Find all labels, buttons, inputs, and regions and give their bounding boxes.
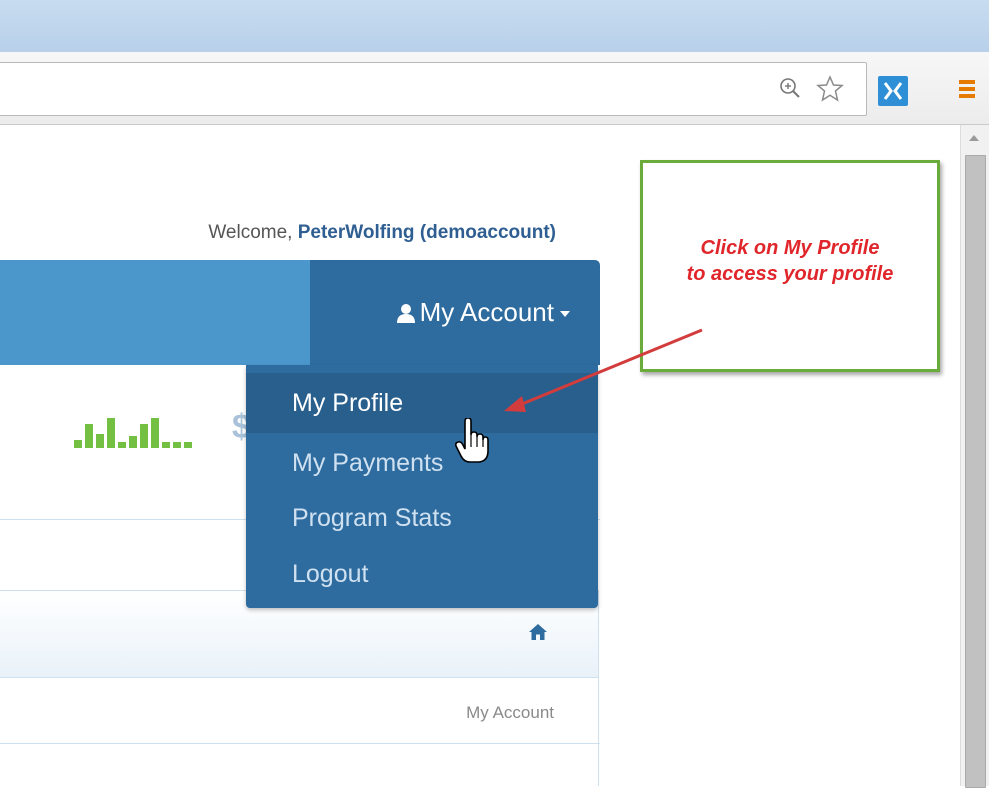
- browser-toolbar: [0, 52, 989, 125]
- bookmark-star-icon[interactable]: [816, 75, 844, 108]
- welcome-text: Welcome, PeterWolfing (demoaccount): [208, 222, 556, 244]
- annotation-line-2: to access your profile: [686, 263, 894, 285]
- breadcrumb-my-account[interactable]: My Account: [466, 703, 554, 723]
- divider: [0, 743, 600, 744]
- scroll-up-arrow-icon[interactable]: [969, 135, 979, 141]
- browser-menu-icon[interactable]: [959, 80, 975, 101]
- hand-cursor-icon: [455, 418, 489, 463]
- welcome-prefix: Welcome,: [208, 222, 298, 243]
- scroll-thumb[interactable]: [965, 155, 986, 788]
- menu-item-my-profile[interactable]: My Profile: [246, 373, 598, 433]
- home-icon[interactable]: [528, 623, 548, 646]
- zoom-icon[interactable]: [779, 77, 801, 104]
- extension-icon[interactable]: [878, 76, 908, 106]
- caret-down-icon: [560, 311, 570, 318]
- page-scrollbar[interactable]: [960, 125, 989, 788]
- annotation-text: Click on My Profile to access your profi…: [643, 235, 937, 287]
- menu-item-my-payments[interactable]: My Payments: [246, 433, 598, 493]
- annotation-line-1: Click on My Profile: [700, 237, 880, 259]
- my-account-dropdown-menu: My Profile My Payments Program Stats Log…: [246, 365, 598, 608]
- annotation-callout: Click on My Profile to access your profi…: [640, 160, 940, 372]
- menu-item-logout[interactable]: Logout: [246, 544, 598, 604]
- user-icon: [396, 304, 415, 323]
- welcome-username: PeterWolfing (demoaccount): [297, 222, 556, 243]
- address-bar[interactable]: [0, 62, 867, 116]
- navbar-left-area: [0, 260, 310, 365]
- my-account-dropdown-toggle[interactable]: My Account: [310, 260, 600, 365]
- browser-title-strip: [0, 0, 989, 52]
- main-navbar: My Account: [0, 260, 600, 365]
- menu-item-program-stats[interactable]: Program Stats: [246, 488, 598, 548]
- content-border: [598, 676, 599, 786]
- my-account-label: My Account: [419, 297, 554, 327]
- stats-bars-logo: [74, 418, 192, 448]
